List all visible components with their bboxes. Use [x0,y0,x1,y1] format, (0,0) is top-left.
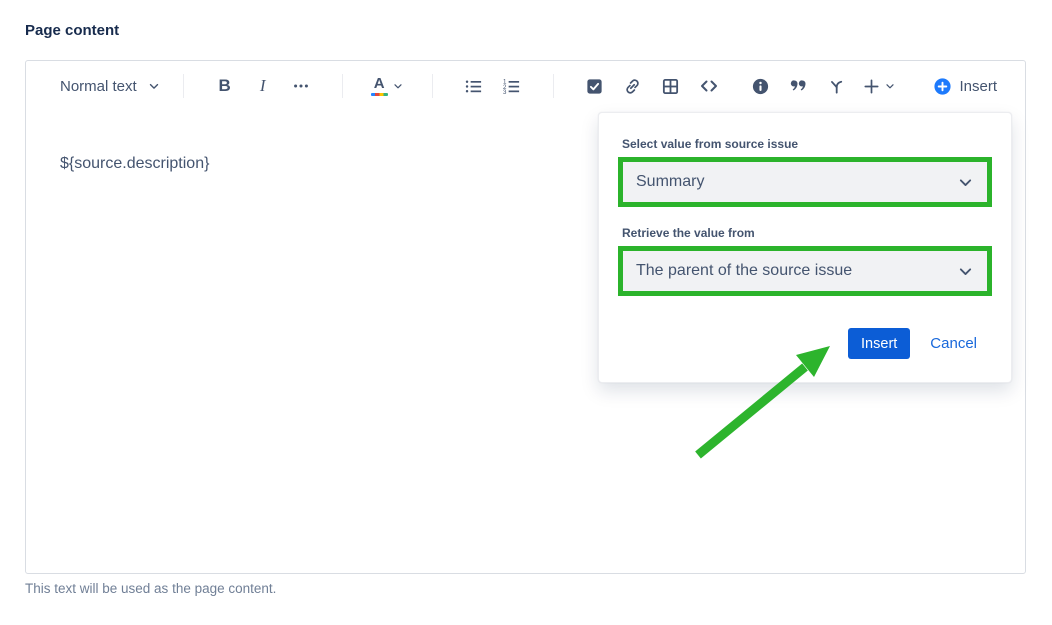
rainbow-underline [371,93,388,96]
text-style-dropdown[interactable]: Normal text [60,78,161,95]
chevron-down-icon [147,79,161,93]
bold-button[interactable]: B [212,73,238,99]
insert-button[interactable]: Insert [848,328,910,359]
toolbar-divider [432,74,433,98]
numbered-list-button[interactable]: 123 [499,73,525,99]
more-icon [292,77,310,95]
text-color-button[interactable]: A [371,73,404,99]
helper-text: This text will be used as the page conte… [25,581,276,596]
chevron-down-icon [957,263,974,280]
retrieve-from-value: The parent of the source issue [636,262,852,280]
table-button[interactable] [658,73,684,99]
decision-icon [827,77,846,96]
decision-button[interactable] [824,73,850,99]
info-icon [751,77,770,96]
retrieve-from-select[interactable]: The parent of the source issue [623,251,987,291]
source-field-group: Select value from source issue Summary [618,137,992,207]
insert-element-button[interactable] [862,73,896,99]
retrieve-from-group: Retrieve the value from The parent of th… [618,226,992,296]
more-formatting-button[interactable] [288,73,314,99]
code-icon [699,76,719,96]
chevron-down-icon [884,80,896,92]
info-panel-button[interactable] [748,73,774,99]
quote-icon [789,76,809,96]
green-highlight-box: Summary [618,157,992,207]
plus-icon [862,77,881,96]
italic-icon: I [260,76,266,96]
source-field-select[interactable]: Summary [623,162,987,202]
italic-button[interactable]: I [250,73,276,99]
code-button[interactable] [696,73,722,99]
toolbar-divider [553,74,554,98]
cancel-button[interactable]: Cancel [930,335,977,352]
chevron-down-icon [957,174,974,191]
source-field-label: Select value from source issue [622,137,992,151]
toolbar-divider [183,74,184,98]
task-checkbox-icon [585,77,604,96]
bullet-list-icon [464,77,483,96]
source-field-value: Summary [636,173,704,191]
numbered-list-icon: 123 [502,77,521,96]
text-color-icon: A [371,76,388,96]
table-icon [661,77,680,96]
text-style-label: Normal text [60,78,137,95]
toolbar-divider [342,74,343,98]
task-list-button[interactable] [582,73,608,99]
link-button[interactable] [620,73,646,99]
retrieve-from-label: Retrieve the value from [622,226,992,240]
chevron-down-icon [392,80,404,92]
editor-toolbar: Normal text B I A [26,61,1025,111]
page: Page content Normal text B I A [0,0,1052,625]
svg-text:3: 3 [503,89,507,96]
popup-actions: Insert Cancel [618,328,992,359]
insert-menu-button[interactable]: Insert [933,77,997,96]
insert-field-popup: Select value from source issue Summary R… [598,112,1012,383]
green-highlight-box: The parent of the source issue [618,246,992,296]
bullet-list-button[interactable] [461,73,487,99]
link-icon [623,77,642,96]
plus-circle-icon [933,77,952,96]
quote-button[interactable] [786,73,812,99]
template-variable-text: ${source.description} [60,155,209,172]
page-title: Page content [25,22,119,39]
insert-menu-label: Insert [959,78,997,95]
bold-icon: B [219,76,231,96]
